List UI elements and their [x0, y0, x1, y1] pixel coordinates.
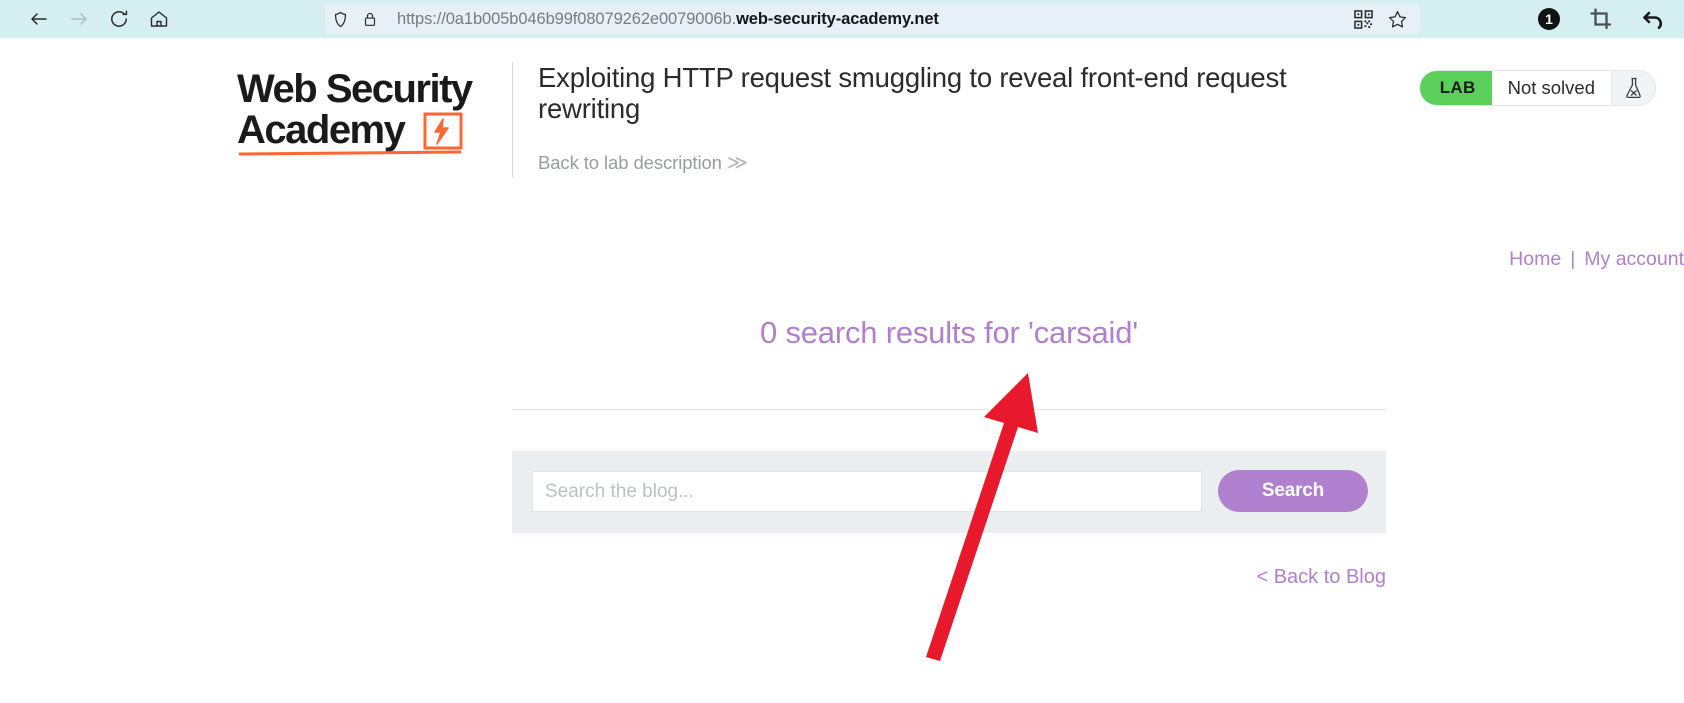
heading-divider [512, 409, 1386, 410]
reload-icon [108, 8, 130, 30]
url-text: https://0a1b005b046b99f08079262e0079006b… [397, 9, 939, 28]
nav-link-home[interactable]: Home [1509, 248, 1561, 270]
search-form: Search [512, 451, 1386, 533]
browser-extensions: 1 [1537, 0, 1666, 38]
search-results-heading: 0 search results for 'carsaid' [760, 315, 1138, 350]
shield-icon[interactable] [325, 4, 355, 34]
web-security-academy-logo[interactable]: Web Security Academy [237, 64, 487, 159]
back-to-lab-label: Back to lab description [538, 152, 722, 173]
blog-search-page: Home | My account 0 search results for 'ca… [0, 223, 1684, 703]
site-nav: Home | My account [298, 248, 1684, 271]
page-title: Exploiting HTTP request smuggling to rev… [538, 62, 1287, 124]
search-button[interactable]: Search [1218, 470, 1368, 512]
lab-title-block: Exploiting HTTP request smuggling to rev… [512, 62, 1372, 177]
lab-state-label: Not solved [1491, 71, 1611, 105]
home-icon [148, 8, 170, 30]
browser-chrome: https://0a1b005b046b99f08079262e0079006b… [0, 0, 1684, 38]
lab-tag-label: LAB [1419, 71, 1492, 105]
address-bar[interactable]: https://0a1b005b046b99f08079262e0079006b… [325, 4, 1420, 34]
logo-line2: Academy [237, 108, 407, 152]
status-badge[interactable]: LAB Not solved [1418, 70, 1656, 106]
back-to-blog-link[interactable]: < Back to Blog [512, 566, 1386, 589]
lock-icon[interactable] [355, 4, 385, 34]
svg-text:1: 1 [1545, 11, 1553, 27]
chevron-double-right-icon: ≫ [726, 152, 748, 174]
forward-button[interactable] [62, 4, 96, 34]
home-button[interactable] [142, 4, 176, 34]
lab-header: Web Security Academy Exploiting HTTP req… [0, 38, 1684, 261]
qr-code-icon[interactable] [1348, 4, 1378, 34]
nav-separator: | [1570, 248, 1576, 270]
star-icon[interactable] [1382, 4, 1412, 34]
arrow-right-icon [68, 8, 90, 30]
flask-x-icon[interactable] [1611, 71, 1655, 105]
back-button[interactable] [22, 4, 56, 34]
nav-link-my-account[interactable]: My account [1584, 248, 1684, 270]
search-input[interactable] [532, 471, 1202, 512]
back-to-lab-description-link[interactable]: Back to lab description ≫ [538, 150, 1372, 175]
reload-button[interactable] [102, 4, 136, 34]
logo-line1: Web Security [237, 67, 474, 111]
circle-badge-icon[interactable]: 1 [1537, 7, 1561, 31]
address-bar-actions [1348, 4, 1420, 34]
undo-arrow-icon[interactable] [1641, 7, 1666, 32]
browser-nav-buttons [0, 4, 176, 34]
arrow-left-icon [28, 8, 50, 30]
crop-icon[interactable] [1589, 7, 1613, 31]
